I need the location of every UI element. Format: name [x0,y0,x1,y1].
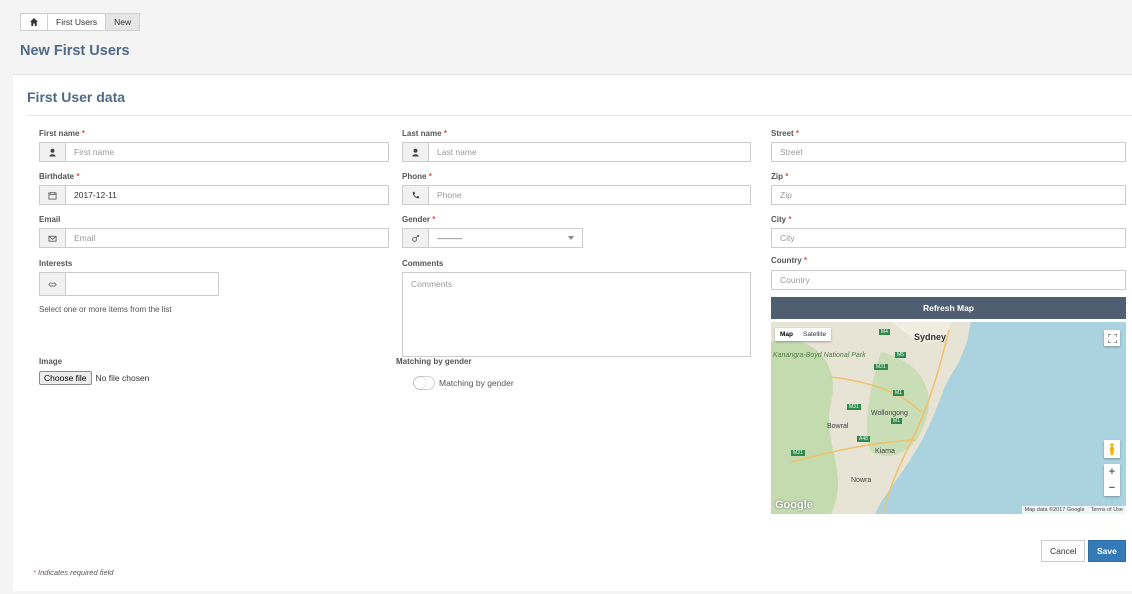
city-input[interactable] [771,228,1126,248]
birthdate-label: Birthdate * [39,172,80,181]
map-type-toggle: Map Satellite [775,328,832,341]
birthdate-input[interactable] [66,186,388,204]
comments-label: Comments [402,259,444,268]
map-label-park: Kanangra-Boyd National Park [773,352,866,359]
road-badge: M1 [893,390,904,396]
zip-label: Zip * [771,172,789,181]
phone-group [402,185,751,205]
phone-icon [403,186,429,204]
comments-textarea[interactable] [402,272,751,357]
breadcrumb-new: New [106,14,140,30]
panel-divider [27,115,1132,116]
street-input[interactable] [771,142,1126,162]
cancel-button[interactable]: Cancel [1041,540,1086,562]
chevron-down-icon [568,236,574,240]
choose-file-button[interactable]: Choose file [39,371,92,385]
phone-input[interactable] [429,186,750,204]
google-logo: Google [775,499,813,511]
email-group [39,228,389,248]
map-type-map[interactable]: Map [775,328,798,341]
interests-input[interactable] [66,273,218,295]
envelope-icon [40,229,66,247]
road-badge: M31 [847,404,861,410]
breadcrumb: First Users New [20,13,141,31]
map-view[interactable]: Map Satellite + − Sydney Kanangra-Boyd N… [771,322,1126,514]
panel-title: First User data [27,89,126,105]
map-attribution: Map data ©2017 Google Terms of Use [1021,506,1126,514]
pegman-icon[interactable] [1104,440,1120,458]
road-badge: M31 [874,364,888,370]
map-label-wollongong: Wollongong [871,410,908,417]
terms-of-use-link[interactable]: Terms of Use [1088,506,1126,514]
zoom-in-button[interactable]: + [1104,464,1120,480]
matching-label: Matching by gender [396,357,472,366]
interests-help-text: Select one or more items from the list [39,305,172,314]
gender-select-value[interactable]: ——— [429,229,582,247]
road-badge: M4 [879,329,890,335]
zoom-out-button[interactable]: − [1104,480,1120,496]
home-icon [30,18,38,26]
interests-label: Interests [39,259,73,268]
interests-group [39,272,219,296]
matching-toggle-label: Matching by gender [439,378,514,388]
email-input[interactable] [66,229,388,247]
birthdate-group [39,185,389,205]
user-icon [403,143,429,161]
image-file-input: Choose file No file chosen [39,371,149,385]
gender-value-text: ——— [437,233,463,243]
refresh-map-button[interactable]: Refresh Map [771,297,1126,319]
breadcrumb-first-users[interactable]: First Users [48,14,107,30]
country-label: Country * [771,256,808,265]
map-label-kiama: Kiama [875,448,895,455]
form-panel: First User data First name * Last name *… [13,74,1132,591]
user-icon [40,143,66,161]
breadcrumb-home[interactable] [21,14,48,30]
calendar-icon [40,186,66,204]
map-data-text: Map data ©2017 Google [1024,507,1085,513]
map-terrain [771,322,971,514]
image-label: Image [39,357,63,366]
first-name-label: First name * [39,129,85,138]
last-name-input[interactable] [429,143,750,161]
map-label-bowral: Bowral [827,423,849,430]
street-label: Street * [771,129,800,138]
gender-select[interactable]: ——— [402,228,583,248]
gender-label: Gender * [402,215,436,224]
file-status-text: No file chosen [95,373,150,383]
map-label-nowra: Nowra [851,477,872,484]
last-name-group [402,142,751,162]
road-badge: A48 [857,436,870,442]
handshake-icon [40,273,66,295]
first-name-group [39,142,389,162]
save-button[interactable]: Save [1088,540,1126,562]
zip-input[interactable] [771,185,1126,205]
city-label: City * [771,215,792,224]
map-label-sydney: Sydney [914,332,947,342]
fullscreen-icon[interactable] [1104,330,1120,346]
email-label: Email [39,215,61,224]
page-title: New First Users [20,43,130,59]
phone-label: Phone * [402,172,432,181]
last-name-label: Last name * [402,129,447,138]
matching-toggle[interactable] [413,376,435,390]
required-note: * Indicates required field [33,568,114,577]
road-badge: M5 [895,352,906,358]
gender-icon [403,229,429,247]
first-name-input[interactable] [66,143,388,161]
matching-toggle-row: Matching by gender [413,376,514,390]
road-badge: M1 [891,418,902,424]
toggle-knob [414,377,426,389]
map-type-satellite[interactable]: Satellite [798,328,831,341]
country-input[interactable] [771,270,1126,290]
road-badge: M31 [791,450,805,456]
